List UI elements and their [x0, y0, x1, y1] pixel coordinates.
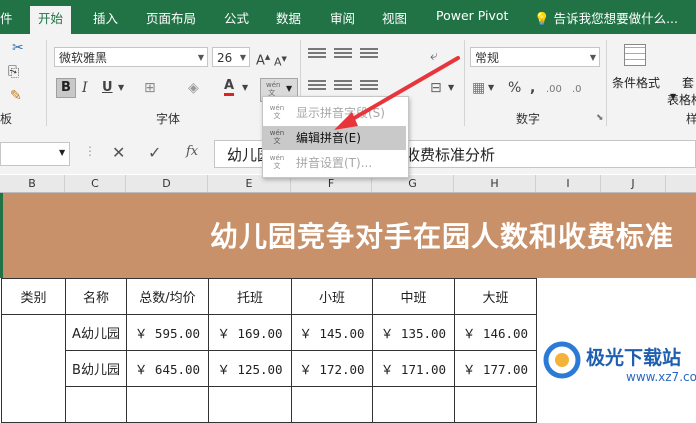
watermark-logo-icon: [543, 341, 581, 379]
watermark: 极光下载站 www.xz7.com: [540, 340, 696, 395]
watermark-text: 极光下载站: [586, 347, 682, 369]
watermark-url: www.xz7.com: [626, 370, 696, 384]
annotation-arrow: [334, 56, 460, 130]
